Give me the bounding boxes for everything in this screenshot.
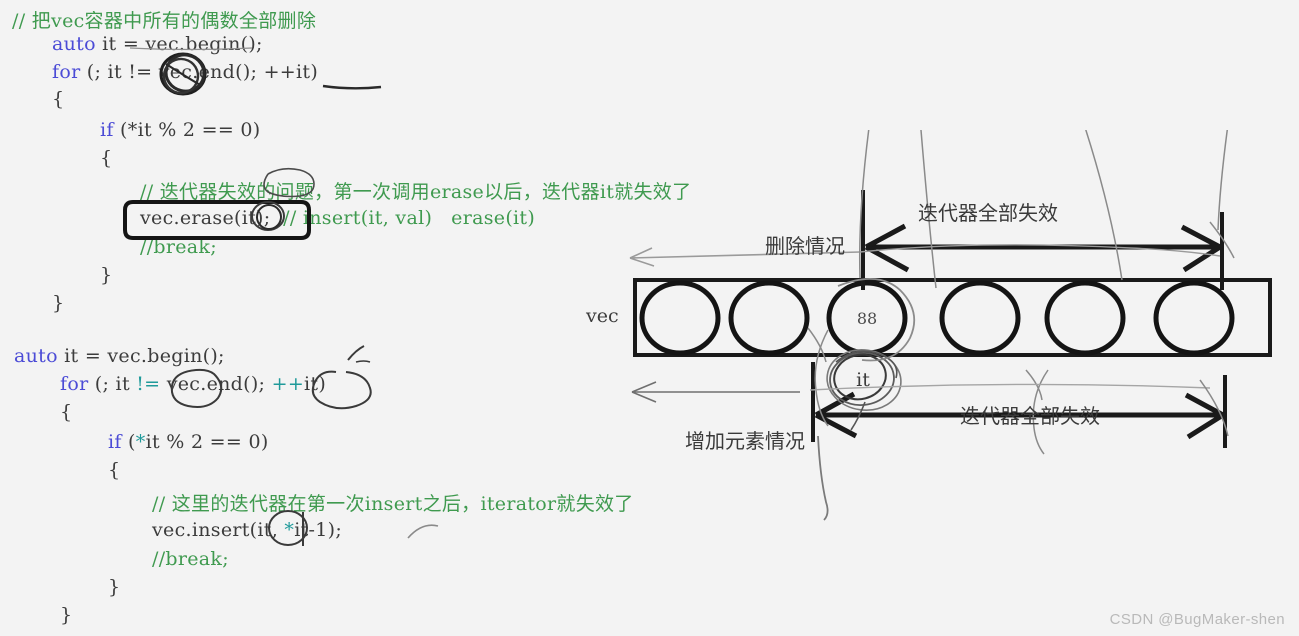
code-token: // insert(it, val) erase(it) [270, 207, 536, 229]
code-token: auto [52, 33, 96, 55]
csdn-watermark: CSDN @BugMaker-shen [1109, 611, 1285, 628]
code-token: vec.erase(it); [140, 207, 271, 229]
code-token: * [284, 519, 295, 541]
code-token: it % 2 == 0) [145, 431, 269, 453]
code-token: (; it [88, 373, 137, 395]
code-line: auto it = vec.begin(); [52, 33, 263, 55]
code-token: * [135, 431, 146, 453]
code-line: } [52, 292, 64, 314]
code-token: ++ [271, 373, 305, 395]
code-pane: // 把vec容器中所有的偶数全部删除 auto it = vec.begin()… [0, 0, 691, 636]
code-line: { [108, 459, 120, 481]
code-token: // 把vec容器中所有的偶数全部删除 [12, 10, 317, 32]
vec-cell-2-value: 88 [857, 309, 877, 328]
code-token: (*it % 2 == 0) [113, 119, 261, 141]
code-line: vec.insert(it, *it-1); [152, 519, 342, 541]
code-token: if [108, 431, 122, 453]
code-line: } [100, 264, 112, 286]
code-line: // 这里的迭代器在第一次insert之后，iterator就失效了 [152, 489, 634, 516]
diagram-svg: 88 it [629, 130, 1272, 521]
code-token: ( [121, 431, 136, 453]
code-line: vec.erase(it); // insert(it, val) erase(… [140, 207, 535, 229]
code-token: (; it != vec.end(); ++it) [80, 61, 319, 83]
code-line: // 把vec容器中所有的偶数全部删除 [12, 6, 316, 33]
code-token: for [60, 373, 89, 395]
pen-stroke-7 [809, 383, 1211, 391]
code-line: { [100, 147, 112, 169]
insert-case-label: 增加元素情况 [685, 429, 805, 453]
code-token: //break; [140, 236, 217, 258]
pen-stroke-3 [1085, 130, 1123, 281]
vec-cell-0 [639, 280, 721, 356]
vec-cell-5 [1153, 280, 1235, 356]
code-line: { [52, 88, 64, 110]
code-token: vec.end(); [160, 373, 272, 395]
code-token: // 这里的迭代器在第一次insert之后，iterator就失效了 [152, 493, 634, 515]
code-token: it = vec.begin(); [57, 345, 225, 367]
code-token: { [60, 401, 73, 423]
vector-invalidation-diagram: vec 删除情况 迭代器全部失效 增加元素情况 迭代器全部失效 88 it [570, 130, 1299, 530]
code-token: != [136, 373, 161, 395]
code-line: } [60, 604, 72, 626]
all-iterators-invalid-bottom-label: 迭代器全部失效 [960, 404, 1100, 428]
code-token: } [52, 292, 65, 314]
vec-cell-3 [939, 280, 1021, 356]
code-token: it-1); [294, 519, 343, 541]
code-token: } [100, 264, 113, 286]
delete-case-label: 删除情况 [765, 234, 845, 258]
code-token: vec.insert(it, [152, 519, 285, 541]
code-line: //break; [152, 548, 229, 570]
code-line: //break; [140, 236, 217, 258]
code-line: } [108, 576, 120, 598]
code-line: if (*it % 2 == 0) [100, 119, 261, 141]
pen-stroke-8 [817, 435, 829, 521]
vec-cell-2: 88 [826, 280, 908, 356]
code-token: } [60, 604, 73, 626]
code-token: if [100, 119, 114, 141]
vec-cell-1 [728, 280, 810, 356]
code-token: } [108, 576, 121, 598]
code-token: it) [304, 373, 327, 395]
code-token: { [100, 147, 113, 169]
code-line: for (; it != vec.end(); ++it) [52, 61, 318, 83]
code-token: for [52, 61, 81, 83]
vec-cell-4 [1044, 280, 1126, 356]
code-line: auto it = vec.begin(); [14, 345, 225, 367]
all-iterators-invalid-top-label: 迭代器全部失效 [918, 201, 1058, 225]
code-line: for (; it != vec.end(); ++it) [60, 373, 326, 395]
code-token: { [108, 459, 121, 481]
code-line: if (*it % 2 == 0) [108, 431, 269, 453]
code-token: //break; [152, 548, 229, 570]
code-token: auto [14, 345, 58, 367]
code-line: { [60, 401, 72, 423]
vec-container-label: vec [586, 305, 619, 327]
code-token: { [52, 88, 65, 110]
code-token: it = vec.begin(); [95, 33, 263, 55]
